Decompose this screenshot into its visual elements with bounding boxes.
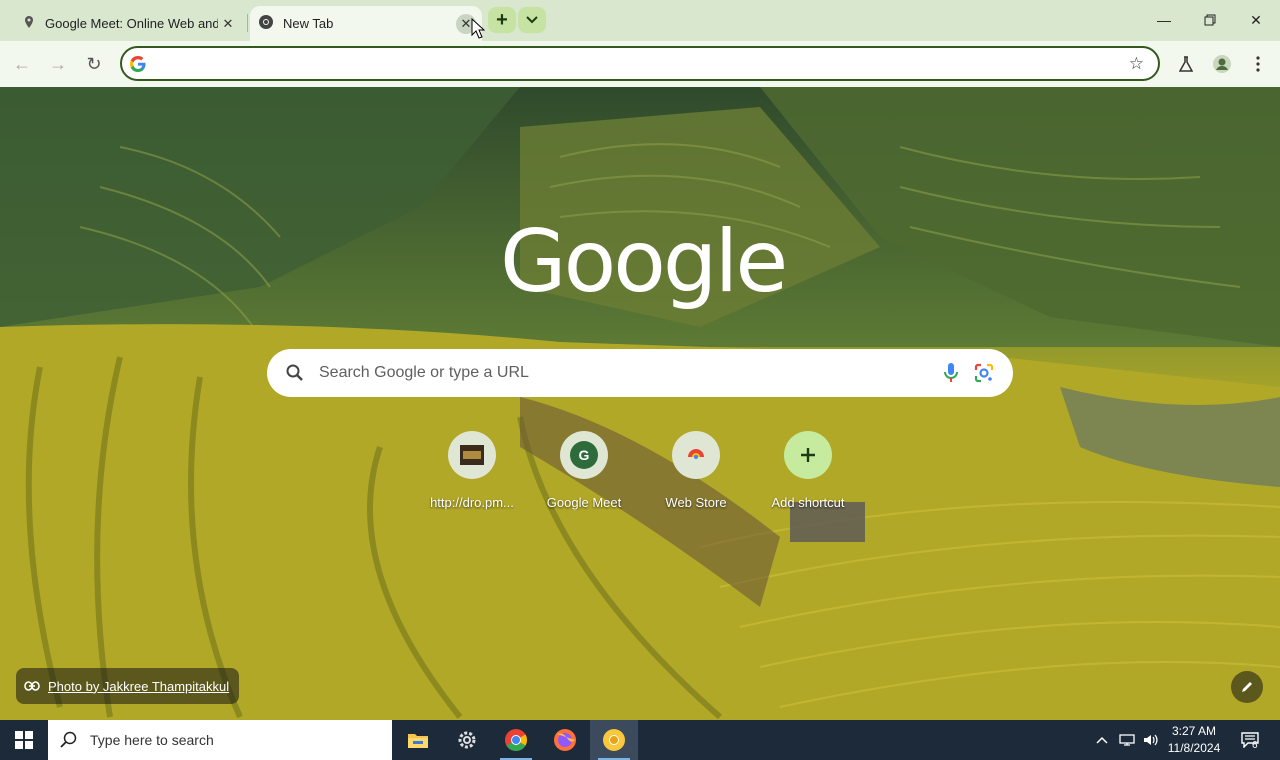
google-logo: Google xyxy=(500,212,788,312)
letter-g-icon: G xyxy=(560,431,608,479)
taskbar-search-placeholder: Type here to search xyxy=(90,732,214,748)
shortcut-label: Add shortcut xyxy=(771,495,845,510)
search-box[interactable]: Search Google or type a URL xyxy=(267,349,1013,397)
tab-title: Google Meet: Online Web and xyxy=(45,16,218,31)
address-input[interactable] xyxy=(158,54,1118,74)
tab-strip: Google Meet: Online Web and ✕ New Tab ✕ … xyxy=(0,0,1280,41)
kebab-menu-icon xyxy=(1256,56,1260,72)
forward-button[interactable]: → xyxy=(43,49,73,79)
clock-time: 3:27 AM xyxy=(1171,724,1217,738)
plus-icon: + xyxy=(496,8,508,31)
site-thumbnail-icon xyxy=(448,431,496,479)
microphone-icon[interactable] xyxy=(943,362,959,384)
close-window-button[interactable]: ✕ xyxy=(1234,6,1278,34)
notification-count-badge: 6 xyxy=(1252,740,1258,751)
arrow-left-icon: ← xyxy=(13,53,31,74)
restore-icon xyxy=(1204,14,1216,26)
google-lens-icon[interactable] xyxy=(973,362,995,384)
new-tab-page: Google Search Google or type a URL http:… xyxy=(0,87,1280,720)
profile-button[interactable] xyxy=(1209,51,1235,77)
firefox-icon xyxy=(554,729,576,751)
show-hidden-icons-button[interactable] xyxy=(1092,720,1112,760)
tab-search-button[interactable] xyxy=(518,7,546,33)
shortcut-web-store[interactable]: Web Store xyxy=(640,431,752,521)
tab-google-meet[interactable]: Google Meet: Online Web and ✕ xyxy=(12,6,244,41)
gear-icon xyxy=(458,731,476,749)
clock-date: 11/8/2024 xyxy=(1167,741,1221,755)
taskbar-firefox[interactable] xyxy=(541,720,589,760)
menu-button[interactable] xyxy=(1245,51,1271,77)
avatar-icon xyxy=(1213,55,1231,73)
background-photo-rice-terraces xyxy=(0,87,1280,720)
address-bar[interactable]: ☆ xyxy=(120,46,1160,81)
customize-chrome-button[interactable] xyxy=(1231,671,1263,703)
taskbar-file-explorer[interactable] xyxy=(394,720,442,760)
plus-icon xyxy=(784,431,832,479)
pencil-icon xyxy=(1242,682,1252,692)
reload-icon: ↻ xyxy=(86,53,102,74)
chrome-web-store-icon xyxy=(672,431,720,479)
arrow-right-icon: → xyxy=(49,53,67,74)
minimize-button[interactable]: — xyxy=(1142,6,1186,34)
chevron-down-icon xyxy=(526,16,538,24)
shortcut-google-meet[interactable]: G Google Meet xyxy=(528,431,640,521)
network-button[interactable] xyxy=(1116,720,1138,760)
taskbar-settings[interactable] xyxy=(443,720,491,760)
minimize-icon: — xyxy=(1157,12,1171,28)
taskbar-chrome-canary[interactable] xyxy=(590,720,638,760)
tab-title: New Tab xyxy=(283,16,334,31)
tab-new-tab[interactable]: New Tab ✕ xyxy=(250,6,482,41)
link-icon xyxy=(24,681,40,691)
reload-button[interactable]: ↻ xyxy=(79,49,109,79)
new-tab-button[interactable]: + xyxy=(488,7,516,33)
photo-credit-text: Photo by Jakkree Thampitakkul xyxy=(48,678,230,694)
speaker-icon xyxy=(1144,734,1158,746)
shortcut-label: http://dro.pm... xyxy=(430,495,514,510)
tab-separator xyxy=(247,14,248,32)
mouse-cursor-icon xyxy=(471,18,485,39)
network-icon xyxy=(1119,734,1135,746)
restore-button[interactable] xyxy=(1188,6,1232,34)
search-icon xyxy=(60,731,77,748)
taskbar-search-box[interactable]: Type here to search xyxy=(48,720,392,760)
toolbar: ← → ↻ ☆ xyxy=(0,41,1280,87)
search-icon xyxy=(286,364,303,381)
folder-icon xyxy=(408,734,428,748)
volume-button[interactable] xyxy=(1140,720,1162,760)
chrome-icon xyxy=(505,729,527,751)
windows-taskbar: Type here to search 3:27 AM 11/8/2024 6 xyxy=(0,720,1280,760)
flask-icon xyxy=(1179,56,1193,72)
notifications-button[interactable]: 6 xyxy=(1232,720,1268,760)
google-g-icon xyxy=(130,56,146,72)
labs-button[interactable] xyxy=(1173,51,1199,77)
bookmark-star-icon[interactable]: ☆ xyxy=(1129,54,1144,74)
back-button[interactable]: ← xyxy=(7,49,37,79)
photo-credit-link[interactable]: Photo by Jakkree Thampitakkul xyxy=(16,668,240,704)
add-shortcut-button[interactable]: Add shortcut xyxy=(752,431,864,521)
taskbar-chrome[interactable] xyxy=(492,720,540,760)
chrome-icon xyxy=(258,14,274,33)
close-icon: ✕ xyxy=(1250,11,1262,28)
shortcut-dro-pm[interactable]: http://dro.pm... xyxy=(416,431,528,521)
shortcut-label: Web Store xyxy=(665,495,727,510)
system-clock[interactable]: 3:27 AM 11/8/2024 xyxy=(1162,723,1226,757)
close-tab-icon[interactable]: ✕ xyxy=(218,14,238,34)
chevron-up-icon xyxy=(1096,736,1108,744)
shortcut-label: Google Meet xyxy=(546,495,622,510)
location-pin-icon xyxy=(22,15,36,32)
chrome-canary-icon xyxy=(603,729,625,751)
windows-logo-icon xyxy=(15,731,33,749)
search-placeholder: Search Google or type a URL xyxy=(319,364,529,381)
start-button[interactable] xyxy=(0,720,48,760)
